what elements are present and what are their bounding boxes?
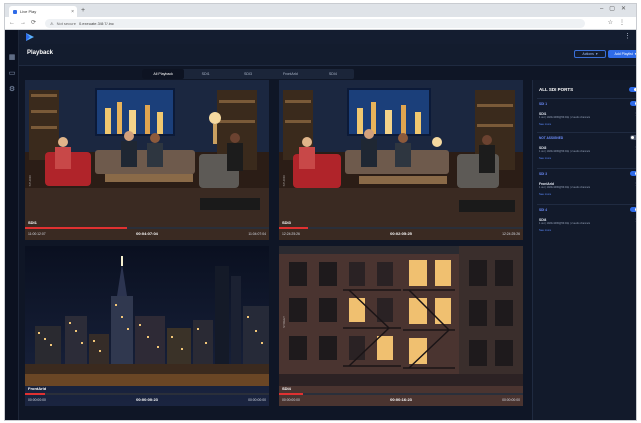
port-item: NOT ASSIGNED SDI3 1 out | 1920x1080@59.9… [537, 132, 636, 168]
side-rail: ▦ ▭ ⚙ [5, 30, 19, 420]
app-logo-icon[interactable] [25, 32, 35, 42]
app-menu-icon[interactable]: ⋮ [624, 32, 631, 40]
sdi-ports-panel: ALL SDI PORTS SDI 1 SDI1 1 out | 1920x10… [532, 80, 636, 420]
tab-sdi1[interactable]: SDI1 [184, 69, 226, 79]
video-frame-studio [25, 80, 269, 240]
progress-bar[interactable] [279, 227, 523, 229]
chevron-down-icon: ▾ [634, 52, 637, 56]
add-playlist-button[interactable]: Add Playlist ▾ [608, 50, 637, 58]
tab-sdi3[interactable]: SDI3 [227, 69, 269, 79]
port-name: SDI 3 [539, 172, 547, 176]
page-title: Playback [27, 50, 54, 56]
add-playlist-label: Add Playlist [614, 52, 633, 56]
actions-button-label: Actions [582, 52, 594, 56]
toggle-knob [635, 208, 636, 211]
progress-bar[interactable] [25, 227, 269, 229]
toggle-knob [634, 88, 636, 91]
app-header [19, 30, 636, 44]
tab-all-playback[interactable]: All Playback [142, 69, 185, 79]
time-end: 00:00:00:00 [502, 398, 520, 402]
port-toggle[interactable] [630, 171, 636, 176]
player-frontarld[interactable]: FrontArld 00:00:00:00 00:00:00:23 00:00:… [25, 246, 269, 406]
camera-watermark: STUDIO [28, 175, 32, 187]
video-frame-skyline [25, 246, 269, 406]
url-field[interactable]: ⚠ Not secure 0.exeuate.3/8:7/.inc [45, 19, 585, 28]
tab-sdi4[interactable]: SDI4 [312, 69, 354, 79]
player-name: SDI4 [282, 386, 291, 391]
toggle-knob [631, 136, 634, 139]
port-name: NOT ASSIGNED [539, 136, 564, 140]
progress-fill [279, 227, 309, 229]
more-options-icon[interactable]: ⋮ [634, 181, 636, 186]
progress-bar[interactable] [279, 393, 523, 395]
player-name: SDI1 [28, 220, 37, 225]
see-more-link[interactable]: See more [539, 156, 551, 160]
player-sdi1[interactable]: STUDIO SDI1 11:00:12:07 00:04:07:04 11:0… [25, 80, 269, 240]
more-options-icon[interactable]: ⋮ [634, 111, 636, 116]
time-current: 00:00:00:23 [136, 397, 158, 402]
camera-watermark: STUDIO [282, 175, 286, 187]
browser-tab[interactable]: Live Play × [9, 6, 77, 17]
port-toggle[interactable] [630, 135, 636, 140]
playback-tabs: All Playback SDI1 SDI3 FrontArld SDI4 [142, 69, 354, 79]
port-item: SDI 1 SDI1 1 out | 1920x1080@59.94p | 2 … [537, 98, 636, 132]
browser-menu-icons[interactable]: ☆⋮ [608, 19, 631, 28]
browser-nav-icons[interactable]: ←→⟳ [9, 19, 41, 28]
video-frame-studio [279, 80, 523, 240]
warning-icon: ⚠ [50, 21, 54, 26]
player-name: SDI3 [282, 220, 291, 225]
settings-icon[interactable]: ⚙ [8, 86, 16, 94]
player-sdi4[interactable]: STREET SDI4 00:00:00:00 00:00:16:23 00:0… [279, 246, 523, 406]
security-label: Not secure [56, 21, 76, 26]
time-end: 00:00:00:00 [248, 398, 266, 402]
progress-fill [25, 227, 128, 229]
more-options-icon[interactable]: ⋮ [634, 217, 636, 222]
port-format: 1 out | 1920x1080@59.94p | 2 audio chann… [539, 116, 591, 119]
chevron-down-icon: ▾ [595, 52, 598, 56]
browser-tabbar: Live Play × + –▢✕ [5, 4, 636, 17]
grid-icon[interactable]: ▦ [8, 54, 16, 62]
actions-button[interactable]: Actions ▾ [574, 50, 606, 58]
see-more-link[interactable]: See more [539, 192, 551, 196]
more-options-icon[interactable]: ⋮ [634, 145, 636, 150]
time-current: 00:02:05:25 [390, 231, 412, 236]
camera-watermark: STREET [282, 316, 286, 328]
monitor-icon[interactable]: ▭ [8, 70, 16, 78]
port-item: SDI 4 SDI4 1 out | 1920x1080@59.94p | 2 … [537, 204, 636, 240]
progress-bar[interactable] [25, 393, 269, 395]
address-bar: ←→⟳ ⚠ Not secure 0.exeuate.3/8:7/.inc ☆⋮ [5, 17, 636, 30]
port-item: SDI 3 FrontArld 1 out | 1920x1080@59.94p… [537, 168, 636, 204]
port-name: SDI 1 [539, 102, 547, 106]
see-more-link[interactable]: See more [539, 228, 551, 232]
tab-frontarld[interactable]: FrontArld [269, 69, 311, 79]
url-text: 0.exeuate.3/8:7/.inc [78, 21, 114, 26]
panel-title: ALL SDI PORTS [539, 87, 574, 92]
close-tab-icon[interactable]: × [71, 9, 74, 15]
toggle-knob [635, 172, 636, 175]
time-end: 12:24:25:26 [502, 232, 520, 236]
new-tab-icon[interactable]: + [81, 6, 85, 15]
tab-title: Live Play [20, 9, 37, 14]
time-current: 00:00:16:23 [390, 397, 412, 402]
port-toggle[interactable] [630, 101, 636, 106]
port-format: 1 out | 1920x1080@59.94p | 2 audio chann… [539, 222, 591, 225]
time-end: 11:04:07:04 [248, 232, 266, 236]
toggle-knob [635, 102, 636, 105]
port-format: 1 out | 1920x1080@59.94p | 2 audio chann… [539, 186, 591, 189]
video-frame-building [279, 246, 523, 406]
player-sdi3[interactable]: STUDIO SDI3 12:24:25:26 00:02:05:25 12:2… [279, 80, 523, 240]
tab-favicon-icon [13, 9, 17, 14]
all-ports-toggle[interactable] [629, 87, 636, 92]
see-more-link[interactable]: See more [539, 122, 551, 126]
progress-fill [25, 393, 45, 395]
window-controls[interactable]: –▢✕ [600, 5, 632, 12]
time-current: 00:04:07:04 [136, 231, 158, 236]
browser-window: Live Play × + –▢✕ ←→⟳ ⚠ Not secure 0.exe… [4, 3, 637, 421]
port-toggle[interactable] [630, 207, 636, 212]
port-format: 1 out | 1920x1080@59.94p | 2 audio chann… [539, 150, 591, 153]
page-header [19, 44, 636, 66]
port-name: SDI 4 [539, 208, 547, 212]
player-name: FrontArld [28, 386, 47, 391]
progress-fill [279, 393, 304, 395]
